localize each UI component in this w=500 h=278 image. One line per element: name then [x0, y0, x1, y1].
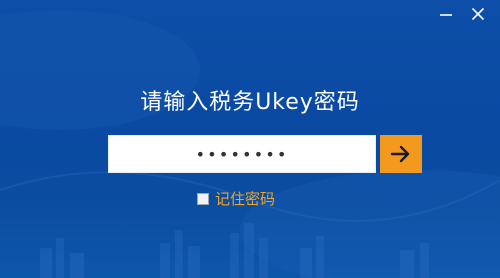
close-icon	[471, 7, 485, 21]
arrow-right-icon	[390, 145, 410, 163]
skyline-decoration	[40, 223, 429, 278]
remember-password[interactable]: 记住密码	[197, 188, 275, 209]
remember-password-label: 记住密码	[215, 190, 276, 208]
page-title: 请输入税务Ukey密码	[140, 90, 360, 115]
minimize-icon	[440, 14, 452, 16]
minimize-button[interactable]	[438, 6, 454, 22]
password-field[interactable]	[108, 135, 376, 173]
window-controls	[438, 6, 486, 22]
login-window: 请输入税务Ukey密码 记住密码	[0, 0, 500, 278]
submit-button[interactable]	[380, 135, 422, 173]
close-button[interactable]	[470, 6, 486, 22]
remember-password-checkbox[interactable]	[197, 192, 209, 205]
